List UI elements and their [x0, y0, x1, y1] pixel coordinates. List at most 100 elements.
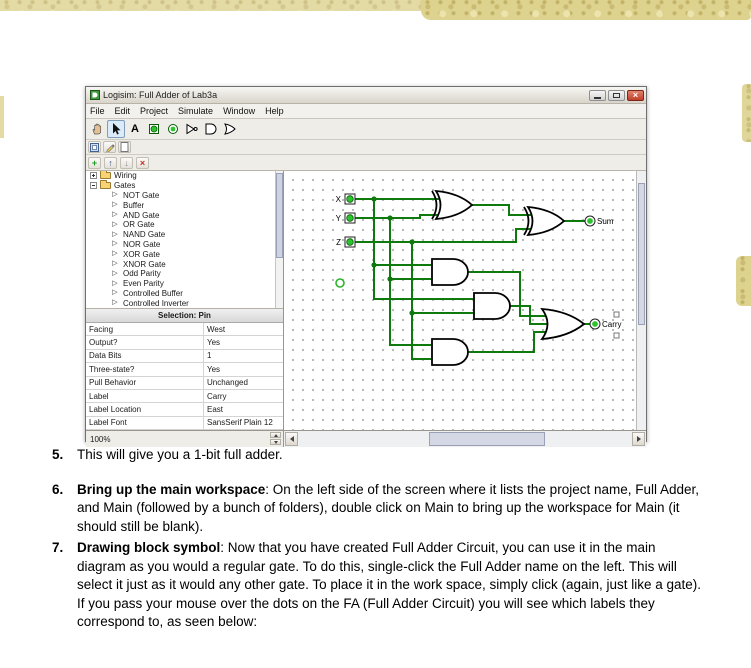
- maximize-button[interactable]: [608, 89, 625, 101]
- move-circuit-down-button[interactable]: ↓: [120, 156, 133, 169]
- tree-item-and-gate[interactable]: ▷ AND Gate: [86, 210, 283, 220]
- tree-item-or-gate[interactable]: ▷ OR Gate: [86, 220, 283, 230]
- attr-row-label-location[interactable]: Label Location East: [86, 403, 283, 417]
- close-button[interactable]: ×: [627, 89, 644, 101]
- tree-scrollbar[interactable]: [275, 171, 283, 308]
- minimize-button[interactable]: [589, 89, 606, 101]
- output-pin-icon: [168, 124, 178, 134]
- arrow-down-icon: ↓: [124, 157, 129, 168]
- canvas-horizontal-scrollbar[interactable]: [284, 431, 646, 447]
- tree-item-xnor-gate[interactable]: ▷ XNOR Gate: [86, 259, 283, 269]
- output-pin-tool-button[interactable]: [164, 120, 182, 138]
- and-gate-tool-button[interactable]: [202, 120, 220, 138]
- nand-gate-icon: ▷: [112, 230, 118, 238]
- attr-row-facing[interactable]: Facing West: [86, 323, 283, 337]
- output-label-carry: Carry: [602, 320, 622, 329]
- scroll-right-button[interactable]: [632, 432, 645, 446]
- tree-item-gates[interactable]: Gates: [86, 180, 283, 191]
- remove-circuit-button[interactable]: ×: [136, 156, 149, 169]
- collapse-handle-icon[interactable]: [90, 182, 97, 190]
- background-texture-right-lower: [736, 256, 751, 306]
- left-panel: Wiring Gates ▷ NOT Gate ▷ Buffer ▷ AND Gate…: [86, 171, 284, 430]
- tree-item-nand-gate[interactable]: ▷ NAND Gate: [86, 230, 283, 240]
- attr-row-data-bits[interactable]: Data Bits 1: [86, 349, 283, 364]
- menu-window[interactable]: Window: [223, 106, 255, 116]
- tree-item-controlled-buffer[interactable]: ▷ Controlled Buffer: [86, 289, 283, 299]
- page-icon: [120, 142, 129, 152]
- window-body: Wiring Gates ▷ NOT Gate ▷ Buffer ▷ AND Gate…: [86, 171, 646, 430]
- attr-row-label-font[interactable]: Label Font SansSerif Plain 12: [86, 416, 283, 430]
- list-item-6: 6. Bring up the main workspace: On the l…: [52, 481, 708, 537]
- or-gate[interactable]: [540, 307, 586, 341]
- or-gate-tool-button[interactable]: [221, 120, 239, 138]
- tree-item-xor-gate[interactable]: ▷ XOR Gate: [86, 249, 283, 259]
- zoom-down-button[interactable]: [270, 439, 281, 445]
- expand-handle-icon[interactable]: [90, 172, 97, 180]
- project-toolbar: + ↑ ↓ ×: [86, 155, 646, 171]
- and-gate-2[interactable]: [473, 292, 511, 320]
- attr-row-label[interactable]: Label Carry: [86, 389, 283, 404]
- canvas-vscroll-thumb[interactable]: [638, 183, 645, 326]
- title-bar[interactable]: Logisim: Full Adder of Lab3a ×: [86, 87, 646, 104]
- text-tool-button[interactable]: A: [126, 120, 144, 138]
- attr-row-pull-behavior[interactable]: Pull Behavior Unchanged: [86, 376, 283, 390]
- poke-tool-button[interactable]: [88, 120, 106, 138]
- spinner-up-icon: [273, 433, 278, 437]
- menu-edit[interactable]: Edit: [115, 106, 131, 116]
- circuit-canvas[interactable]: X Y Z Sum Carry: [284, 171, 646, 430]
- input-label-z: Z: [336, 238, 341, 247]
- menu-file[interactable]: File: [90, 106, 105, 116]
- cursor-icon: [113, 123, 121, 135]
- list-item-7: 7. Drawing block symbol: Now that you ha…: [52, 539, 708, 632]
- logisim-window: Logisim: Full Adder of Lab3a × File Edit…: [85, 86, 647, 447]
- xor-gate-2[interactable]: [523, 205, 566, 237]
- layout-view-button[interactable]: [88, 141, 101, 153]
- list-item-5: 5. This will give you a 1-bit full adder…: [52, 446, 708, 465]
- move-circuit-up-button[interactable]: ↑: [104, 156, 117, 169]
- tree-item-buffer[interactable]: ▷ Buffer: [86, 200, 283, 210]
- menu-simulate[interactable]: Simulate: [178, 106, 213, 116]
- scroll-right-icon: [636, 436, 641, 442]
- tree-item-controlled-inverter[interactable]: ▷ Controlled Inverter: [86, 298, 283, 308]
- list-text: This will give you a 1-bit full adder.: [77, 447, 283, 462]
- hscroll-thumb[interactable]: [428, 432, 545, 446]
- remove-icon: ×: [139, 157, 146, 168]
- spinner-down-icon: [273, 440, 278, 444]
- appearance-edit-button[interactable]: [103, 141, 116, 153]
- menu-project[interactable]: Project: [140, 106, 168, 116]
- list-number: 6.: [52, 481, 64, 497]
- not-gate-tool-button[interactable]: [183, 120, 201, 138]
- attr-row-output[interactable]: Output? Yes: [86, 336, 283, 350]
- list-text: Drawing block symbol: Now that you have …: [77, 540, 702, 629]
- tree-item-wiring[interactable]: Wiring: [86, 171, 283, 181]
- and-gate-3[interactable]: [431, 338, 469, 366]
- scroll-left-button[interactable]: [285, 432, 298, 446]
- tree-scrollbar-thumb[interactable]: [276, 173, 283, 258]
- and-gate-1[interactable]: [431, 258, 469, 286]
- add-circuit-button[interactable]: +: [88, 156, 101, 169]
- menu-help[interactable]: Help: [265, 106, 284, 116]
- instruction-text: 5. This will give you a 1-bit full adder…: [52, 446, 708, 635]
- zoom-control[interactable]: 100%: [86, 431, 284, 447]
- tree-item-nor-gate[interactable]: ▷ NOR Gate: [86, 240, 283, 250]
- edit-tool-button[interactable]: [107, 120, 125, 138]
- tree-item-odd-parity[interactable]: ▷ Odd Parity: [86, 269, 283, 279]
- unconnected-pin[interactable]: [335, 278, 345, 288]
- input-pin-tool-button[interactable]: [145, 120, 163, 138]
- arrow-up-icon: ↑: [108, 157, 113, 168]
- input-pins[interactable]: [344, 193, 356, 248]
- blank-page-button[interactable]: [118, 141, 131, 153]
- main-toolbar: A: [86, 119, 646, 140]
- canvas-vertical-scrollbar[interactable]: [636, 171, 646, 430]
- window-title: Logisim: Full Adder of Lab3a: [103, 90, 218, 100]
- tree-item-even-parity[interactable]: ▷ Even Parity: [86, 279, 283, 289]
- xor-gate-1[interactable]: [431, 189, 474, 221]
- zoom-up-button[interactable]: [270, 432, 281, 438]
- window-controls: ×: [589, 89, 644, 101]
- selection-header: Selection: Pin: [86, 309, 283, 323]
- tree-item-not-gate[interactable]: ▷ NOT Gate: [86, 191, 283, 201]
- wire-junctions: [371, 196, 415, 316]
- explorer-tree[interactable]: Wiring Gates ▷ NOT Gate ▷ Buffer ▷ AND Gate…: [86, 171, 283, 309]
- attr-row-three-state[interactable]: Three-state? Yes: [86, 363, 283, 377]
- input-label-x: X: [336, 195, 342, 204]
